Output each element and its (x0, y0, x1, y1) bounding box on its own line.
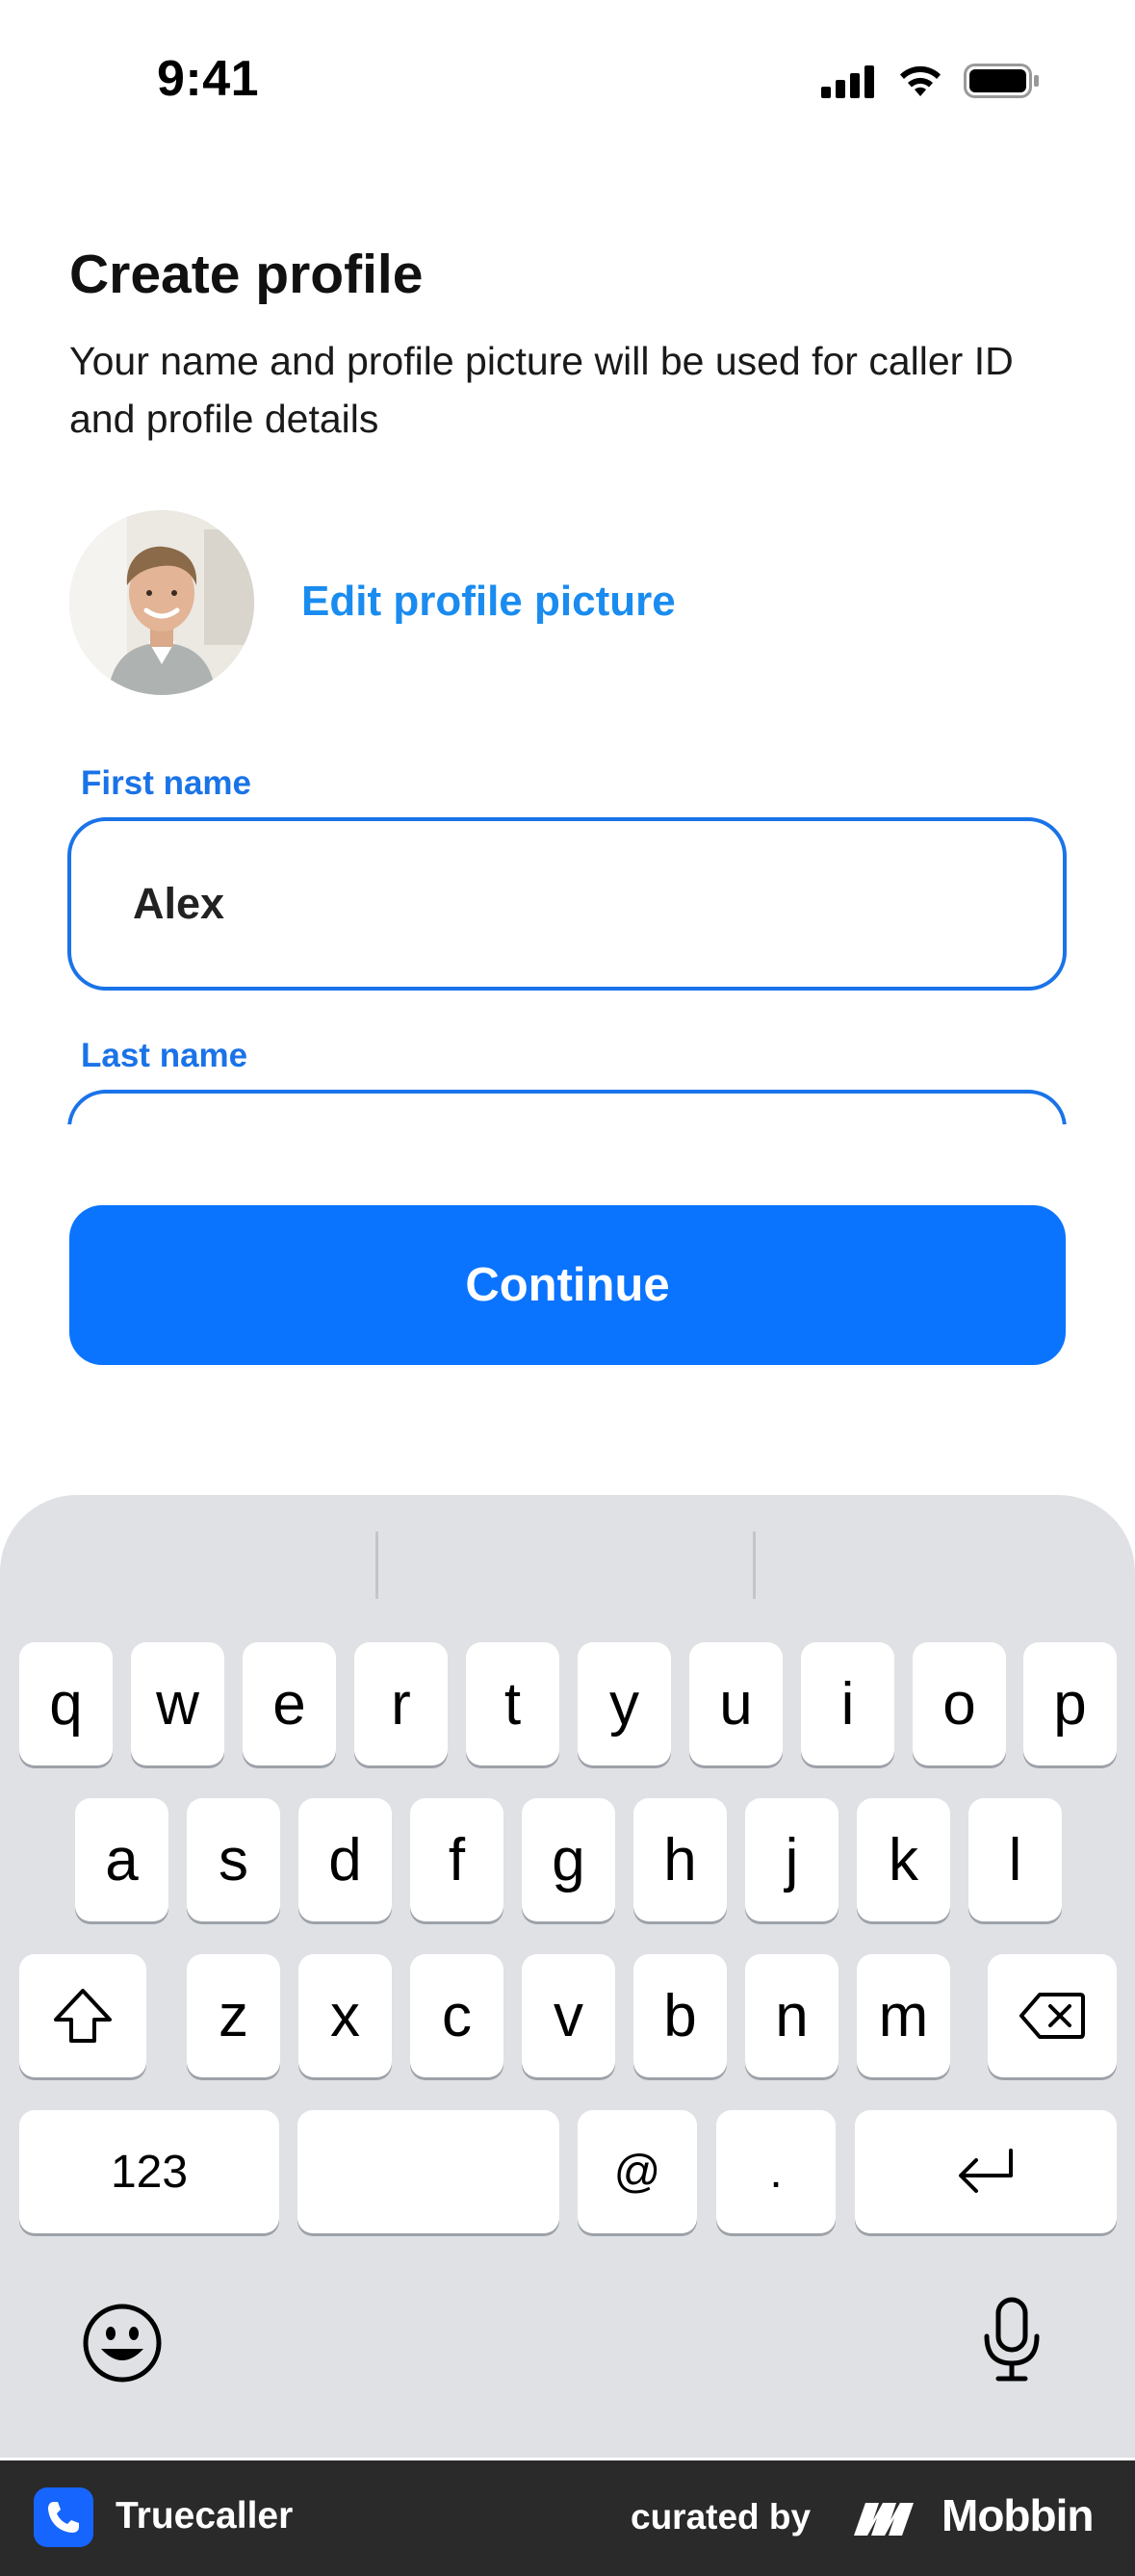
page-title: Create profile (69, 244, 424, 305)
last-name-input[interactable] (67, 1090, 1067, 1124)
key-r[interactable]: r (354, 1642, 448, 1765)
key-d[interactable]: d (298, 1798, 392, 1921)
key-i[interactable]: i (801, 1642, 894, 1765)
suggestion-divider (375, 1532, 378, 1599)
first-name-input[interactable] (67, 817, 1067, 991)
return-key[interactable] (855, 2110, 1117, 2233)
last-name-label: Last name (81, 1037, 248, 1074)
key-k[interactable]: k (857, 1798, 950, 1921)
key-g[interactable]: g (522, 1798, 615, 1921)
backspace-icon (1019, 1993, 1085, 2039)
keyboard: q w e r t y u i o p a s d f g h j k l z … (0, 1495, 1135, 2458)
key-w[interactable]: w (131, 1642, 224, 1765)
footer-bar: Truecaller curated by Mobbin (0, 2460, 1135, 2576)
key-h[interactable]: h (633, 1798, 727, 1921)
space-key[interactable] (297, 2110, 559, 2233)
truecaller-app-icon (34, 2487, 93, 2547)
key-a[interactable]: a (75, 1798, 168, 1921)
battery-icon (964, 64, 1041, 98)
key-f[interactable]: f (410, 1798, 503, 1921)
key-z[interactable]: z (187, 1954, 280, 2077)
key-b[interactable]: b (633, 1954, 727, 2077)
numbers-key[interactable]: 123 (19, 2110, 279, 2233)
key-o[interactable]: o (913, 1642, 1006, 1765)
last-name-field-clip (0, 1086, 1135, 1124)
shift-icon (54, 1989, 112, 2043)
first-name-label: First name (81, 764, 251, 802)
key-x[interactable]: x (298, 1954, 392, 2077)
key-p[interactable]: p (1023, 1642, 1117, 1765)
at-key[interactable]: @ (578, 2110, 697, 2233)
key-t[interactable]: t (466, 1642, 559, 1765)
key-v[interactable]: v (522, 1954, 615, 2077)
shift-key[interactable] (19, 1954, 146, 2077)
footer-app-name: Truecaller (116, 2495, 294, 2537)
key-c[interactable]: c (410, 1954, 503, 2077)
cellular-signal-icon (821, 65, 877, 98)
page-subtitle: Your name and profile picture will be us… (69, 339, 1014, 441)
footer-curated-label: curated by (631, 2497, 812, 2537)
status-icons (821, 64, 1041, 98)
key-j[interactable]: j (745, 1798, 838, 1921)
edit-profile-picture-link[interactable]: Edit profile picture (301, 578, 676, 626)
emoji-icon[interactable] (79, 2300, 166, 2386)
suggestion-divider (753, 1532, 756, 1599)
microphone-icon[interactable] (968, 2292, 1055, 2388)
avatar[interactable] (69, 510, 254, 695)
key-m[interactable]: m (857, 1954, 950, 2077)
key-s[interactable]: s (187, 1798, 280, 1921)
key-y[interactable]: y (578, 1642, 671, 1765)
mobbin-logo-icon (852, 2499, 929, 2542)
key-e[interactable]: e (243, 1642, 336, 1765)
wifi-icon (896, 64, 944, 98)
footer-brand-name: Mobbin (942, 2490, 1094, 2540)
key-l[interactable]: l (968, 1798, 1062, 1921)
key-n[interactable]: n (745, 1954, 838, 2077)
profile-photo-icon (69, 510, 254, 695)
dot-key[interactable]: . (716, 2110, 836, 2233)
key-q[interactable]: q (19, 1642, 113, 1765)
status-time: 9:41 (157, 51, 260, 107)
return-icon (959, 2149, 1013, 2193)
continue-button[interactable]: Continue (69, 1205, 1066, 1365)
backspace-key[interactable] (988, 1954, 1117, 2077)
key-u[interactable]: u (689, 1642, 783, 1765)
